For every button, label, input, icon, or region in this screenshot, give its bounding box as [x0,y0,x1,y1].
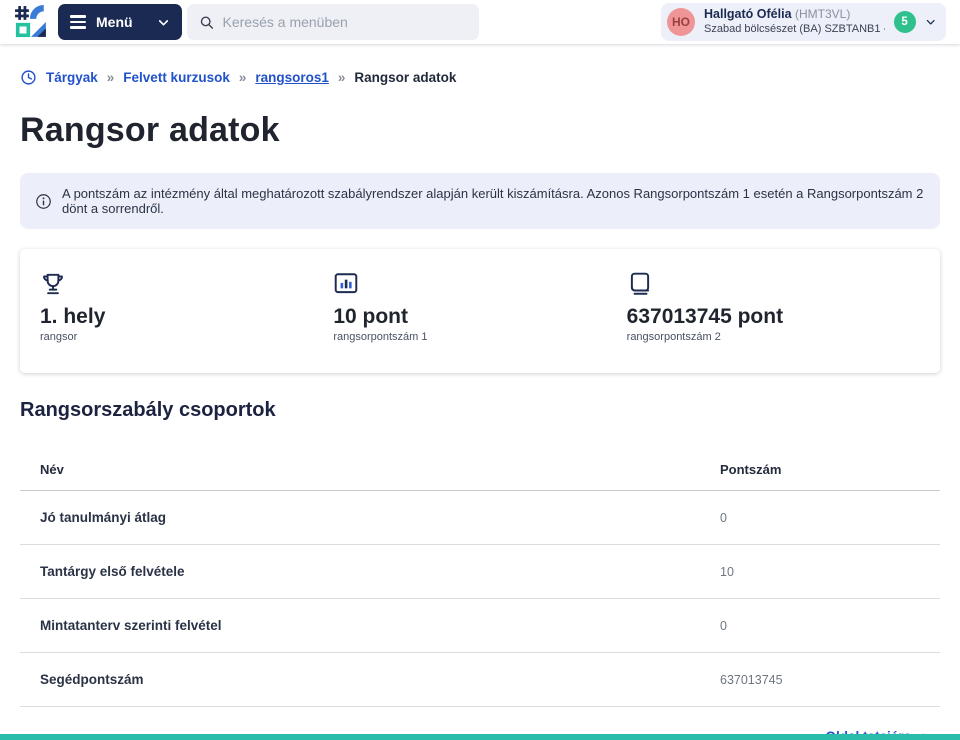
breadcrumb: Tárgyak » Felvett kurzusok » rangsoros1 … [20,69,940,86]
search-box[interactable] [187,4,479,40]
stat-points1: 10 pont rangsorpontszám 1 [333,271,626,343]
stat-points1-label: rangsorpontszám 1 [333,331,626,343]
info-banner-text: A pontszám az intézmény által meghatároz… [62,186,925,216]
stat-rank: 1. hely rangsor [40,271,333,343]
main-content: Tárgyak » Felvett kurzusok » rangsoros1 … [0,69,960,740]
user-program: Szabad bölcsészet (BA) SZBTANB1 - alapk.… [704,23,885,37]
stat-points1-value: 10 pont [333,305,626,329]
breadcrumb-link-rangsoros1[interactable]: rangsoros1 [255,70,329,85]
user-code: (HMT3VL) [795,7,850,21]
menu-button-label: Menü [96,14,133,30]
search-icon [199,14,215,31]
rule-points: 637013745 [720,673,940,687]
rule-name: Jó tanulmányi átlag [20,510,720,525]
chevron-down-icon [157,16,170,29]
user-info: Hallgató Ofélia (HMT3VL) Szabad bölcsész… [704,7,885,36]
table-row: Mintatanterv szerinti felvétel 0 [20,599,940,653]
menu-button[interactable]: Menü [58,4,182,40]
section-title: Rangsorszabály csoportok [20,399,940,422]
hamburger-icon [70,15,86,28]
bar-chart-icon [333,271,626,299]
breadcrumb-separator: » [338,70,346,85]
neptun-logo-icon[interactable] [14,5,48,39]
user-name: Hallgató Ofélia [704,7,792,21]
breadcrumb-link-felvett-kurzusok[interactable]: Felvett kurzusok [123,70,230,85]
chevron-down-icon [925,15,936,29]
rule-points: 0 [720,619,940,633]
stat-rank-value: 1. hely [40,305,333,329]
breadcrumb-current: Rangsor adatok [354,70,456,85]
breadcrumb-separator: » [107,70,115,85]
stat-rank-label: rangsor [40,331,333,343]
search-input[interactable] [223,14,467,30]
rule-name: Mintatanterv szerinti felvétel [20,618,720,633]
table-header-row: Név Pontszám [20,449,940,491]
page-title: Rangsor adatok [20,111,940,150]
page: Menü HO Hallgató Ofélia (HMT3VL) Szabad … [0,0,960,740]
user-menu[interactable]: HO Hallgató Ofélia (HMT3VL) Szabad bölcs… [661,3,946,41]
breadcrumb-link-targyak[interactable]: Tárgyak [46,70,98,85]
avatar: HO [667,8,695,36]
top-bar: Menü HO Hallgató Ofélia (HMT3VL) Szabad … [0,0,960,44]
table-row: Segédpontszám 637013745 [20,653,940,707]
trophy-icon [40,271,333,299]
history-clock-icon [20,69,37,86]
info-icon [35,193,52,210]
table-row: Tantárgy első felvétele 10 [20,545,940,599]
breadcrumb-separator: » [239,70,247,85]
book-icon [627,271,920,299]
rank-summary-card: 1. hely rangsor 10 pont rangsorpontszám … [20,249,940,373]
column-header-points: Pontszám [720,462,940,477]
info-banner: A pontszám az intézmény által meghatároz… [20,173,940,229]
rule-name: Tantárgy első felvétele [20,564,720,579]
column-header-name: Név [20,462,720,477]
stat-points2: 637013745 pont rangsorpontszám 2 [627,271,920,343]
stat-points2-value: 637013745 pont [627,305,920,329]
rule-points: 0 [720,511,940,525]
rule-points: 10 [720,565,940,579]
table-row: Jó tanulmányi átlag 0 [20,491,940,545]
stat-points2-label: rangsorpontszám 2 [627,331,920,343]
rank-rules-table: Név Pontszám Jó tanulmányi átlag 0 Tantá… [20,449,940,707]
notification-badge: 5 [894,11,916,33]
rule-name: Segédpontszám [20,672,720,687]
footer-accent-bar [0,734,960,740]
